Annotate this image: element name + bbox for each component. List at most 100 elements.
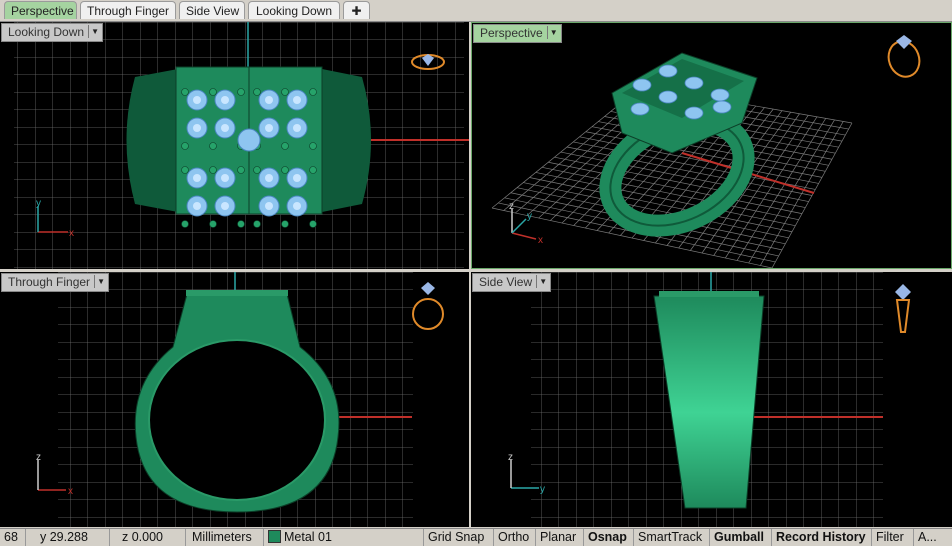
grid-line	[760, 121, 844, 266]
smarttrack-toggle[interactable]: SmartTrack	[634, 529, 710, 546]
gem-facet	[193, 174, 201, 182]
prong-bead	[281, 220, 289, 228]
planar-toggle[interactable]: Planar	[536, 529, 584, 546]
prong-bead	[181, 220, 189, 228]
tab-looking-down[interactable]: Looking Down	[248, 1, 340, 19]
gem-facet	[221, 96, 229, 104]
ring-thumbnail-icon	[412, 282, 444, 330]
gem-facet	[193, 96, 201, 104]
gem-stone	[658, 64, 678, 78]
chevron-down-icon[interactable]: ▼	[536, 275, 549, 288]
gem-facet	[293, 96, 301, 104]
through-finger-canvas: x z	[36, 272, 444, 527]
viewport-side-view[interactable]: y z Side View ▼	[471, 272, 952, 527]
prong-bead	[181, 166, 189, 174]
prong-bead	[209, 142, 217, 150]
svg-text:z: z	[508, 452, 513, 463]
tab-side-view[interactable]: Side View	[179, 1, 245, 19]
more-status-button[interactable]: A...	[914, 529, 952, 546]
prong-bead	[237, 88, 245, 96]
prong-bead	[281, 88, 289, 96]
ring-thumbnail-icon	[895, 284, 911, 333]
chevron-down-icon[interactable]: ▼	[94, 275, 107, 288]
gem-stone	[630, 102, 650, 116]
grid-line	[771, 122, 853, 268]
prong-bead	[281, 142, 289, 150]
tab-perspective[interactable]: Perspective	[4, 1, 77, 19]
ortho-toggle[interactable]: Ortho	[494, 529, 536, 546]
prong-bead	[309, 166, 317, 174]
grid-snap-toggle[interactable]: Grid Snap	[424, 529, 494, 546]
record-history-toggle[interactable]: Record History	[772, 529, 872, 546]
svg-text:z: z	[509, 201, 514, 212]
gem-facet	[293, 202, 301, 210]
viewport-perspective[interactable]: x z y Perspective ▼	[471, 22, 952, 269]
svg-text:x: x	[538, 235, 543, 246]
viewport-label-side-view[interactable]: Side View ▼	[472, 273, 552, 292]
gem-stone	[684, 106, 704, 120]
viewport-label-looking-down[interactable]: Looking Down ▼	[1, 23, 104, 42]
gumball-toggle[interactable]: Gumball	[710, 529, 772, 546]
filter-toggle[interactable]: Filter	[872, 529, 914, 546]
gem-facet	[293, 174, 301, 182]
current-layer[interactable]: Metal 01	[264, 529, 424, 546]
units-display[interactable]: Millimeters	[186, 529, 264, 546]
prong-bead	[309, 220, 317, 228]
prong-bead	[209, 220, 217, 228]
ring-thumbnail-icon	[887, 35, 921, 78]
gem-facet	[221, 202, 229, 210]
gem-stone	[712, 100, 732, 114]
gem-stone	[658, 90, 678, 104]
gem-facet	[221, 124, 229, 132]
viewport-label-through-finger[interactable]: Through Finger ▼	[1, 273, 110, 292]
prong-bead	[309, 142, 317, 150]
tab-through-finger[interactable]: Through Finger	[80, 1, 176, 19]
osnap-toggle[interactable]: Osnap	[584, 529, 634, 546]
svg-text:x: x	[68, 486, 73, 497]
gem-facet	[293, 124, 301, 132]
gem-stone	[710, 88, 730, 102]
svg-text:z: z	[36, 452, 41, 463]
svg-text:y: y	[527, 211, 532, 222]
prong-bead	[281, 166, 289, 174]
gem-facet	[265, 174, 273, 182]
chevron-down-icon[interactable]: ▼	[546, 26, 560, 39]
status-bar: 68 y 29.288 z 0.000 Millimeters Metal 01…	[0, 528, 952, 546]
axis-gizmo: x z y	[509, 201, 543, 246]
viewport-looking-down[interactable]: x y Looking Down ▼	[0, 22, 469, 269]
prong-bead	[309, 88, 317, 96]
gem-facet	[265, 96, 273, 104]
center-gem	[237, 128, 261, 152]
gem-facet	[221, 174, 229, 182]
svg-text:x: x	[69, 228, 74, 239]
viewport-label-perspective[interactable]: Perspective ▼	[473, 24, 562, 43]
chevron-down-icon[interactable]: ▼	[88, 25, 101, 38]
gem-facet	[193, 124, 201, 132]
layer-color-swatch	[268, 530, 281, 543]
prong-bead	[253, 166, 261, 174]
grid-line	[748, 119, 835, 264]
gem-stone	[684, 76, 704, 90]
prong-bead	[209, 166, 217, 174]
x-coordinate: 68	[0, 529, 26, 546]
viewport-through-finger[interactable]: x z Through Finger ▼	[0, 272, 469, 527]
prong-bead	[209, 88, 217, 96]
add-tab-button[interactable]: ✚	[343, 1, 370, 19]
perspective-canvas: x z y	[491, 35, 921, 268]
viewport-tab-bar: Perspective Through Finger Side View Loo…	[0, 0, 952, 22]
prong-bead	[237, 220, 245, 228]
prong-bead	[253, 88, 261, 96]
y-coordinate: y 29.288	[26, 529, 110, 546]
prong-bead	[181, 88, 189, 96]
gem-facet	[193, 202, 201, 210]
looking-down-canvas: x y	[14, 22, 469, 269]
gem-stone	[632, 78, 652, 92]
gem-facet	[265, 202, 273, 210]
svg-text:y: y	[540, 484, 545, 495]
side-view-canvas: y z	[508, 272, 911, 527]
plus-icon: ✚	[351, 4, 362, 18]
gem-facet	[265, 124, 273, 132]
prong-bead	[237, 166, 245, 174]
prong-bead	[253, 220, 261, 228]
ring-perspective-view	[599, 52, 758, 237]
